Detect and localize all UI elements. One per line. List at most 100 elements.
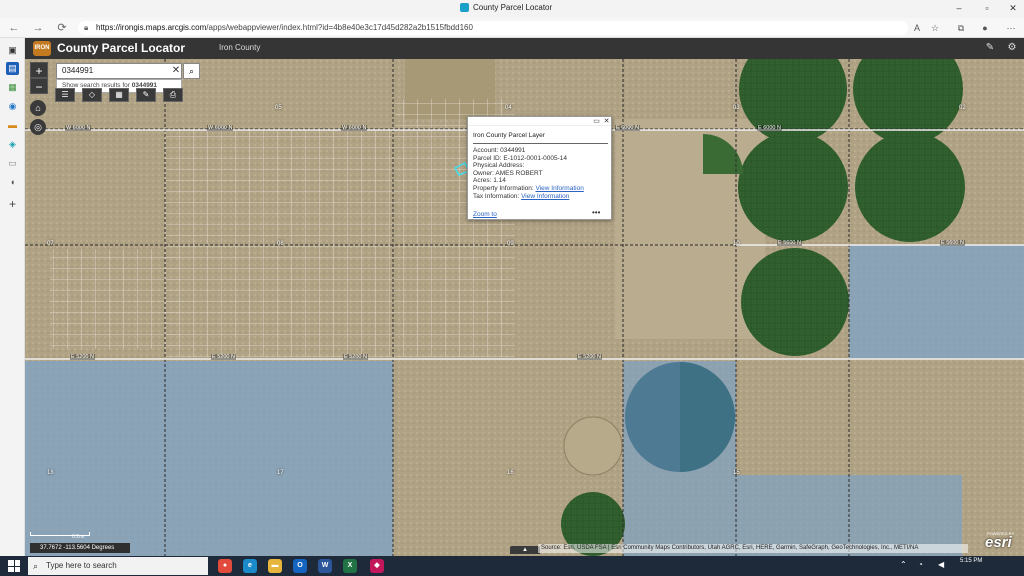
section-number: 09 — [507, 241, 514, 247]
account-value: 0344991 — [500, 147, 526, 154]
road-label: W 6000 N — [341, 125, 368, 131]
zoom-to-link[interactable]: Zoom to — [473, 211, 497, 218]
parcel-id-value: E-1012-0001-0005-14 — [503, 154, 567, 162]
state-land-parcel — [25, 361, 393, 556]
section-number: 15 — [733, 470, 740, 476]
section-number: 08 — [277, 241, 284, 247]
section-number: 17 — [277, 470, 284, 476]
print-icon[interactable]: ⎙ — [163, 88, 183, 102]
word-icon[interactable]: W — [318, 559, 332, 573]
windows-start-icon[interactable] — [8, 560, 20, 572]
audio-icon[interactable]: ◖ — [6, 176, 19, 189]
field-label: Parcel ID: — [473, 154, 502, 162]
property-info-link[interactable]: View Information — [536, 185, 584, 192]
minimize-icon[interactable]: – — [950, 3, 968, 13]
pivot-field-dry — [563, 416, 623, 476]
tray-chevron-icon[interactable]: ⌃ — [900, 560, 907, 569]
tab-title-text: County Parcel Locator — [473, 3, 553, 12]
section-number: 04 — [505, 105, 512, 111]
parcel-search-input[interactable]: 0344991 — [56, 63, 182, 79]
field-label: Property Information: — [473, 184, 534, 192]
layer-list-icon[interactable]: ☰ — [55, 88, 75, 102]
url-input[interactable]: 🔒︎ https://irongis.maps.arcgis.com/apps/… — [78, 21, 908, 35]
popup-divider — [473, 143, 608, 144]
field-label: Physical Address: — [473, 162, 525, 170]
road-label: E 5200 N — [70, 354, 95, 360]
excel-icon[interactable]: X — [343, 559, 357, 573]
section-number: 07 — [47, 241, 54, 247]
forward-icon[interactable]: → — [30, 20, 46, 36]
taskbar-search-placeholder: Type here to search — [46, 561, 117, 570]
windows-taskbar: ⌕ Type here to search ● e ▬ O W X ◆ ⌃ ◔ … — [0, 556, 1024, 576]
browser-tab-bar: County Parcel Locator – ▫ ✕ — [0, 0, 1024, 18]
zoom-in-button[interactable]: + — [30, 62, 48, 78]
back-icon[interactable]: ← — [6, 20, 22, 36]
browser-tab[interactable]: County Parcel Locator — [460, 3, 552, 12]
taskbar-clock[interactable]: 5:15 PM — [960, 558, 982, 565]
profile-avatar-icon[interactable]: ● — [978, 21, 992, 35]
taskbar-search[interactable]: ⌕ Type here to search — [28, 557, 208, 575]
parcel-popup: ▭ ✕ Iron County Parcel Layer Account: 03… — [467, 116, 612, 220]
esri-logo[interactable]: esri — [985, 534, 1012, 551]
image-icon[interactable]: ▦ — [6, 81, 19, 94]
maximize-icon[interactable]: ▫ — [978, 3, 996, 13]
edge-sidebar: ▣ ▤ ▦ ◉ ▬ ◈ ▭ ◖ + — [0, 38, 25, 556]
favorite-star-icon[interactable]: ☆ — [928, 21, 942, 35]
arcgis-favicon-icon — [460, 3, 469, 12]
shopping-icon[interactable]: ▭ — [6, 157, 19, 170]
layers-icon[interactable]: ◇ — [82, 88, 102, 102]
close-popup-icon[interactable]: ✕ — [602, 117, 611, 126]
coordinate-display[interactable]: 37.7672 -113.5604 Degrees — [30, 543, 130, 553]
header-tool-icon[interactable]: ✎ — [983, 41, 997, 55]
header-menu-icon[interactable]: ⚙ — [1005, 41, 1019, 55]
edge-icon[interactable]: e — [243, 559, 257, 573]
locate-icon[interactable]: ◎ — [30, 119, 46, 135]
clear-search-icon[interactable]: ✕ — [170, 64, 182, 78]
popup-more-icon[interactable]: ••• — [592, 208, 600, 217]
location-icon[interactable]: ◉ — [6, 100, 19, 113]
app-icon[interactable]: ◈ — [6, 138, 19, 151]
section-number: 10 — [733, 241, 740, 247]
close-window-icon[interactable]: ✕ — [1004, 3, 1022, 14]
app-title: County Parcel Locator — [57, 41, 186, 55]
volume-icon[interactable]: ◀ — [938, 560, 944, 569]
read-aloud-icon[interactable]: A — [910, 21, 924, 35]
scale-label: 0.2mi — [72, 534, 85, 540]
road-label: E 6000 N — [615, 125, 640, 131]
section-number: 05 — [275, 105, 282, 111]
road-label: E 5200 N — [343, 354, 368, 360]
refresh-icon[interactable]: ⟳ — [54, 20, 70, 36]
popup-header: ▭ ✕ — [468, 117, 611, 126]
outlook-icon[interactable]: O — [293, 559, 307, 573]
maximize-popup-icon[interactable]: ▭ — [592, 117, 601, 126]
draw-icon[interactable]: ✎ — [136, 88, 156, 102]
tabs-icon[interactable]: ▣ — [6, 44, 19, 57]
url-path: /apps/webappviewer/index.html?id=4b8e40e… — [206, 23, 473, 32]
app-icon[interactable]: ◆ — [370, 559, 384, 573]
zoom-out-button[interactable]: − — [30, 78, 48, 94]
url-host: https://irongis.maps.arcgis.com — [96, 23, 207, 32]
road-label: E 6000 N — [757, 125, 782, 131]
road-label: W 6000 N — [207, 125, 234, 131]
popup-body: Account: 0344991 Parcel ID: E-1012-0001-… — [473, 147, 584, 200]
road-label: W 6000 N — [65, 125, 92, 131]
file-explorer-icon[interactable]: ▬ — [268, 559, 282, 573]
add-icon[interactable]: + — [6, 198, 19, 211]
home-icon[interactable]: ⌂ — [30, 100, 46, 116]
chrome-icon[interactable]: ● — [218, 559, 232, 573]
network-icon[interactable]: ◔ — [918, 560, 923, 569]
section-number: 03 — [733, 105, 740, 111]
pivot-field — [738, 132, 848, 242]
lock-icon: 🔒︎ — [84, 23, 89, 32]
basemap-icon[interactable]: ▦ — [109, 88, 129, 102]
more-menu-icon[interactable]: ⋯ — [1004, 21, 1018, 35]
attribute-table-toggle[interactable]: ▲ — [510, 546, 540, 554]
owner-value: AMES ROBERT — [495, 169, 543, 177]
tools-icon[interactable]: ▬ — [6, 119, 19, 132]
collections-icon[interactable]: ⧉ — [954, 21, 968, 35]
search-icon[interactable]: ⌕ — [183, 63, 200, 79]
news-icon[interactable]: ▤ — [6, 62, 19, 75]
tax-info-link[interactable]: View Information — [521, 193, 569, 200]
field-label: Tax Information: — [473, 192, 520, 200]
road-label: E 5600 N — [940, 240, 965, 246]
